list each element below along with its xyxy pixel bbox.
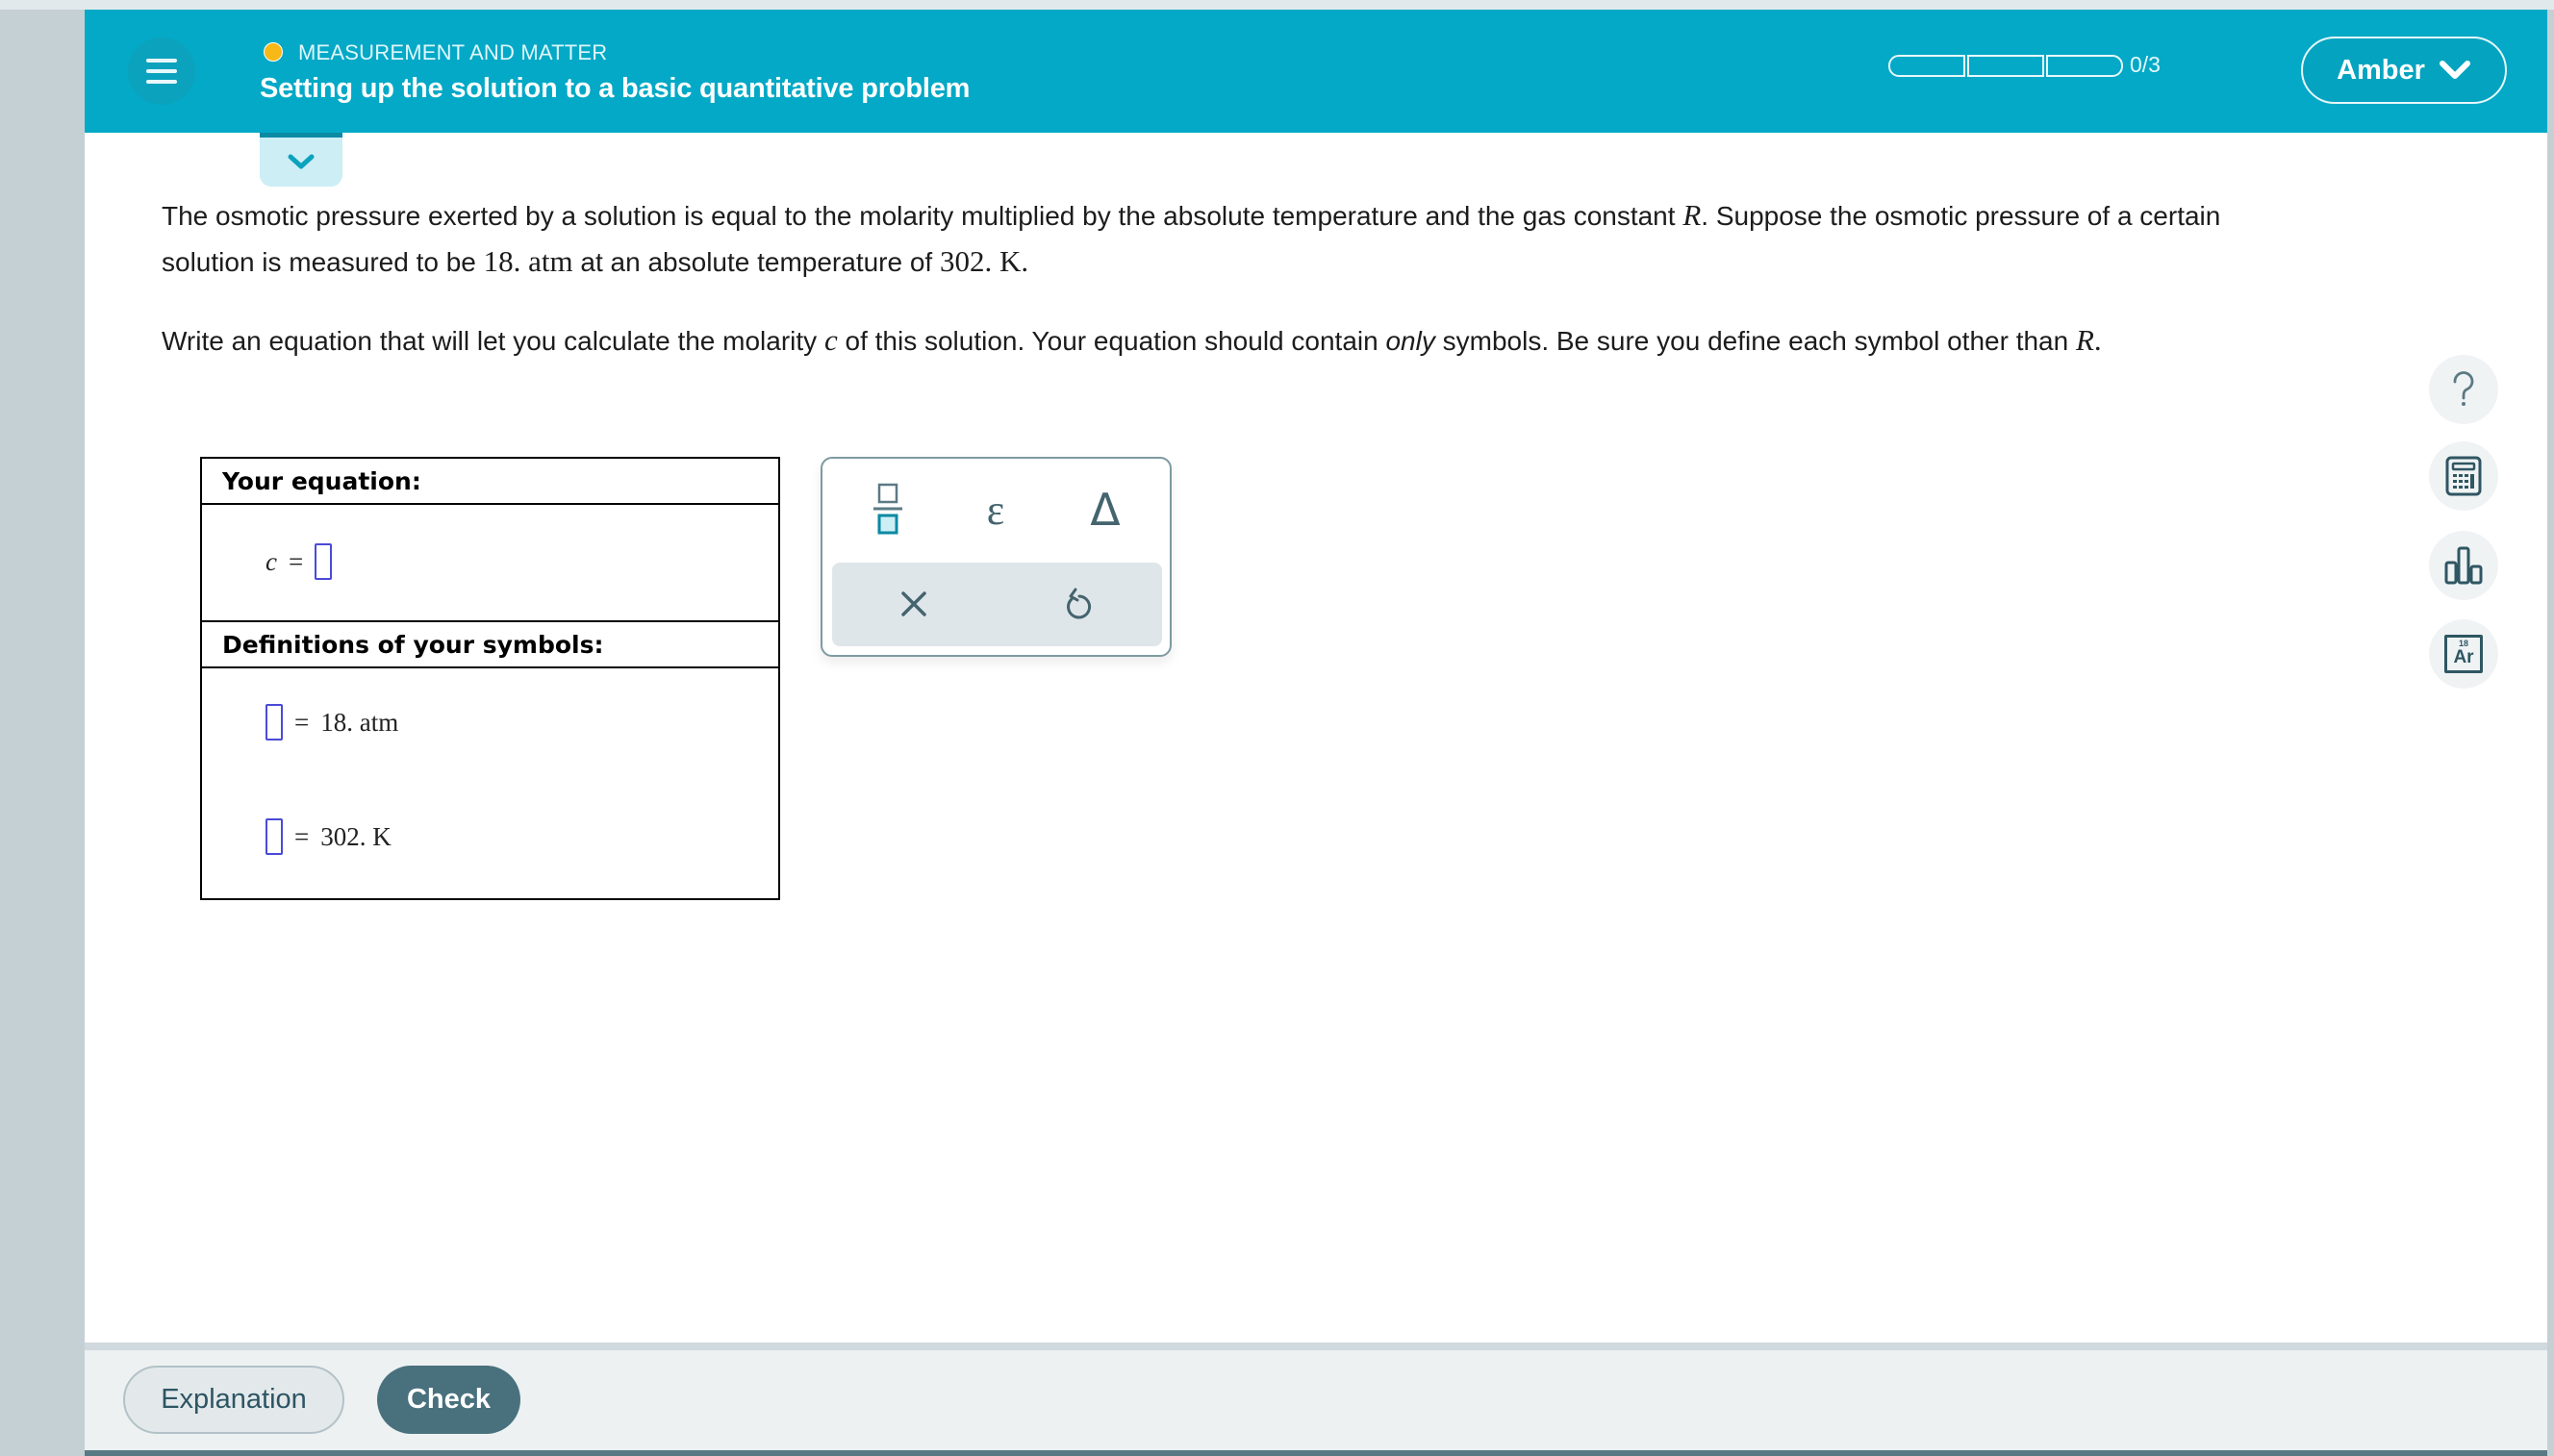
chevron-down-icon — [2439, 61, 2470, 79]
menu-button[interactable] — [128, 38, 195, 105]
gas-constant-symbol: R — [1682, 198, 1702, 232]
question-icon — [2453, 371, 2474, 406]
topic-status-dot — [264, 42, 283, 62]
definitions-header: Definitions of your symbols: — [202, 622, 778, 668]
equals-sign: = — [288, 546, 304, 576]
progress-count: 0/3 — [2130, 52, 2161, 77]
page-title: Setting up the solution to a basic quant… — [260, 73, 971, 104]
calculator-icon — [2445, 456, 2482, 496]
collapse-header-tab[interactable] — [260, 133, 342, 187]
footer-divider — [85, 1343, 2547, 1350]
check-button[interactable]: Check — [377, 1366, 520, 1434]
emphasis-only: only — [1385, 326, 1435, 356]
equation-input-slot[interactable] — [315, 543, 333, 580]
close-icon — [901, 591, 926, 616]
molarity-symbol: c — [823, 323, 838, 357]
header-bar — [85, 10, 2547, 133]
menu-icon-line — [146, 69, 177, 73]
definition-row: = 18. atm — [266, 704, 398, 741]
pressure-value: 18. atm — [483, 244, 573, 278]
fraction-icon — [873, 483, 902, 535]
periodic-table-icon: 18 Ar — [2444, 635, 2483, 673]
equation-header: Your equation: — [202, 459, 778, 505]
equals-sign: = — [294, 821, 310, 851]
menu-icon-line — [146, 59, 177, 63]
equals-sign: = — [294, 707, 310, 737]
answer-table: Your equation: c = Definitions of your s… — [200, 457, 780, 900]
palette-actions — [832, 563, 1162, 646]
fraction-button[interactable] — [859, 478, 917, 541]
clear-button[interactable] — [880, 572, 948, 636]
user-menu-button[interactable]: Amber — [2301, 37, 2507, 104]
undo-button[interactable] — [1044, 572, 1111, 636]
problem-paragraph-1: The osmotic pressure exerted by a soluti… — [162, 198, 2221, 278]
footer-bottom-stripe — [85, 1450, 2547, 1456]
gas-constant-symbol: R — [2075, 323, 2094, 357]
explanation-button[interactable]: Explanation — [123, 1366, 344, 1434]
temperature-value: 302. K — [940, 244, 1022, 278]
periodic-table-button[interactable]: 18 Ar — [2429, 619, 2498, 689]
definition-value: 18. atm — [320, 707, 399, 737]
undo-icon — [1067, 588, 1092, 619]
definition-row: = 302. K — [266, 818, 392, 855]
chevron-down-icon — [288, 154, 315, 168]
topic-label: MEASUREMENT AND MATTER — [298, 40, 608, 64]
math-palette: ε Δ — [821, 457, 1172, 657]
user-name: Amber — [2337, 54, 2425, 86]
bar-chart-icon — [2444, 546, 2483, 585]
symbol-input-slot[interactable] — [266, 704, 283, 741]
equation-lhs: c — [266, 546, 277, 576]
progress-bar — [1888, 55, 2125, 77]
progress-segment — [1888, 55, 1965, 77]
help-button[interactable] — [2429, 355, 2498, 424]
epsilon-button[interactable]: ε — [967, 478, 1024, 541]
equation-row: c = — [266, 543, 333, 580]
problem-paragraph-2: Write an equation that will let you calc… — [162, 323, 2102, 357]
symbol-input-slot[interactable] — [266, 818, 283, 855]
menu-icon-line — [146, 80, 177, 84]
delta-button[interactable]: Δ — [1076, 478, 1134, 541]
definition-value: 302. K — [320, 821, 392, 851]
progress-segment — [1967, 55, 2044, 77]
progress-segment — [2046, 55, 2123, 77]
data-chart-button[interactable] — [2429, 531, 2498, 600]
calculator-button[interactable] — [2429, 441, 2498, 511]
top-strip — [0, 0, 2554, 10]
